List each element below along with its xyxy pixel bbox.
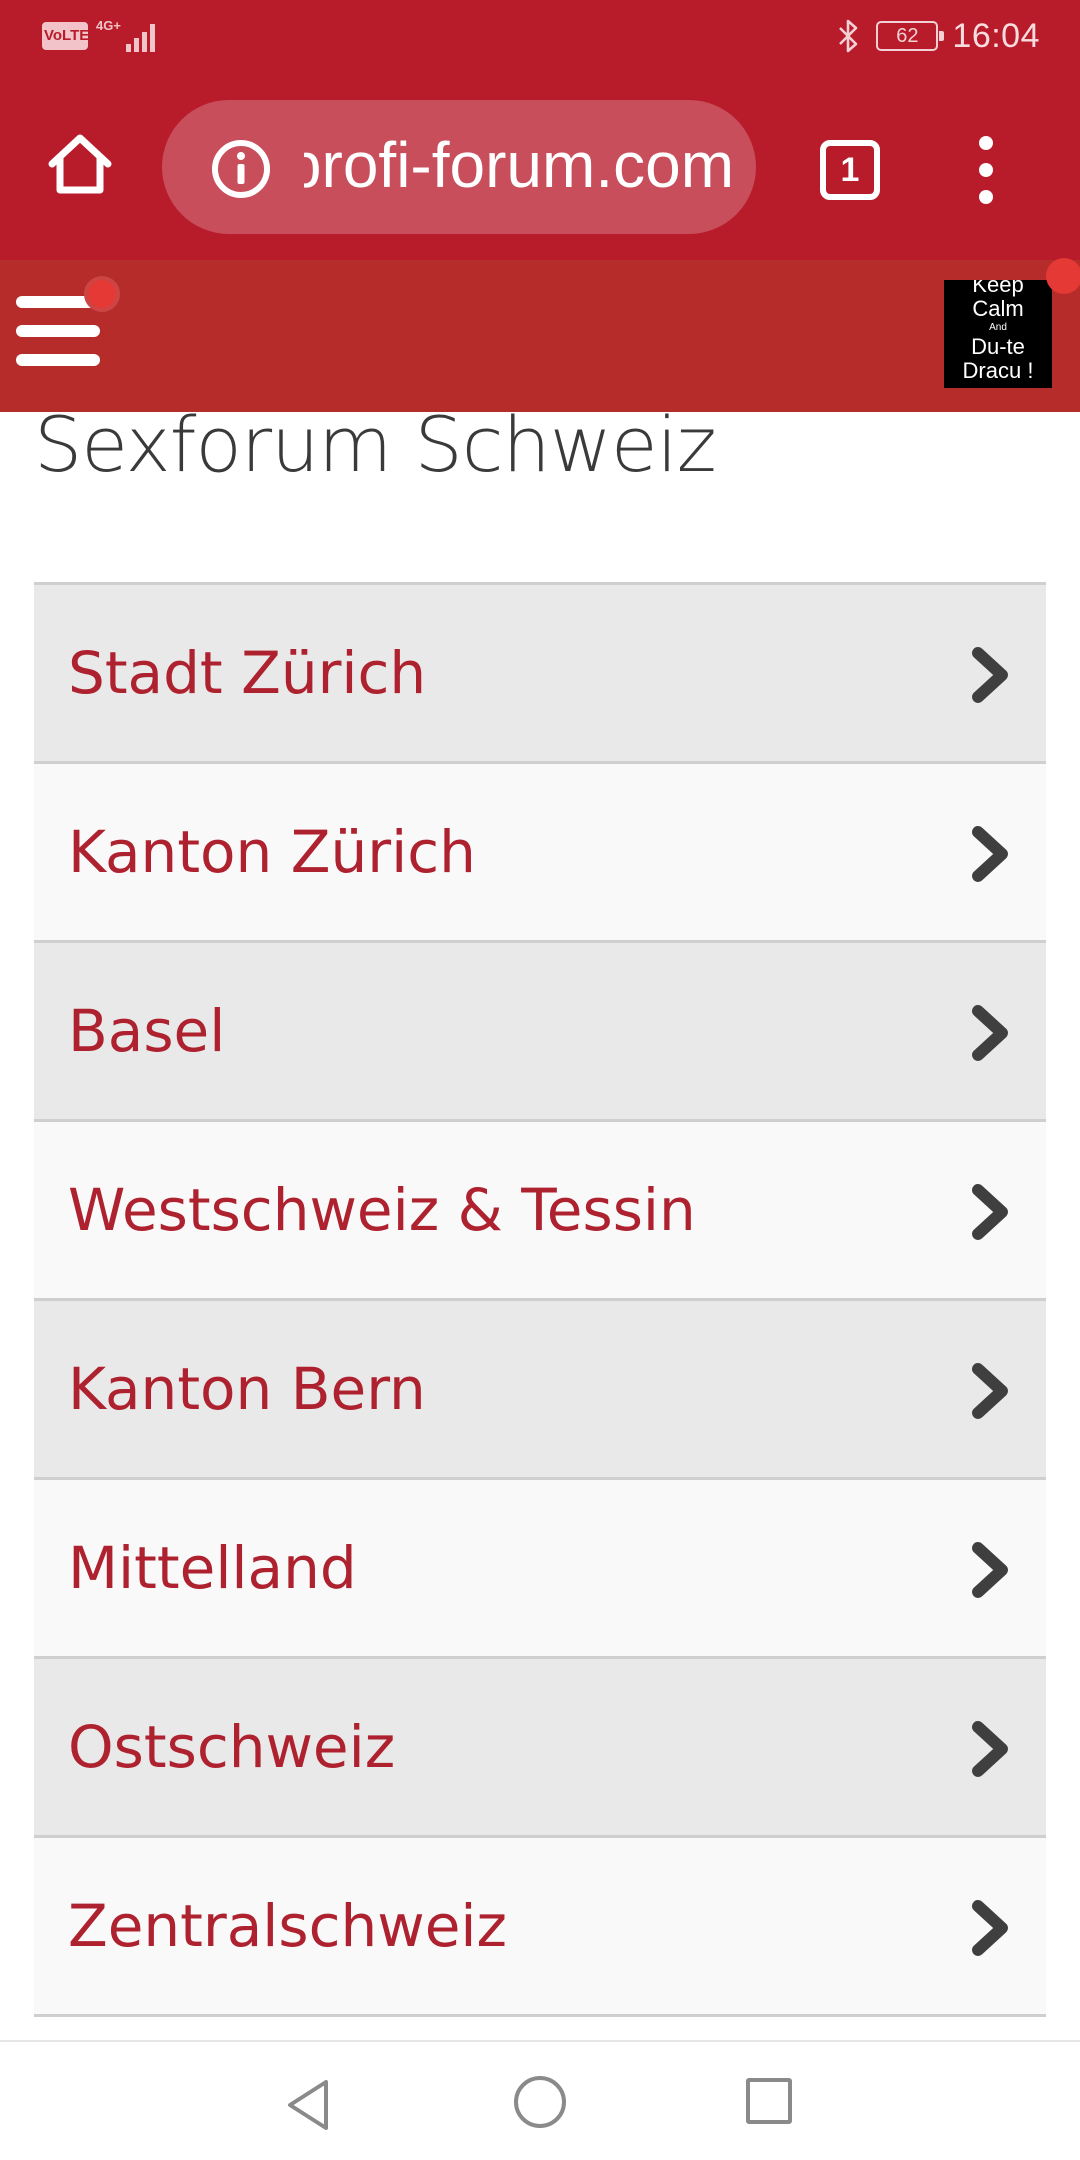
url-text[interactable]: profi-forum.com (304, 128, 734, 202)
bluetooth-icon (839, 19, 858, 53)
volte-indicator: VoLTE (42, 22, 89, 50)
recent-apps-icon[interactable] (746, 2078, 792, 2124)
forum-item-mittelland[interactable]: Mittelland (34, 1480, 1046, 1659)
avatar-notification-dot (1046, 258, 1080, 294)
battery-icon: 62 (876, 21, 945, 51)
forum-item-label[interactable]: Ostschweiz (68, 1713, 395, 1781)
avatar-text-line: Dracu ! (962, 358, 1034, 383)
forum-item-westschweiz-tessin[interactable]: Westschweiz & Tessin (34, 1122, 1046, 1301)
forum-item-label[interactable]: Kanton Zürich (68, 818, 476, 886)
url-clip: profi-forum.com (304, 100, 734, 234)
forum-item-kanton-bern[interactable]: Kanton Bern (34, 1301, 1046, 1480)
chevron-right-icon (972, 826, 1008, 882)
network-type-label: 4G+ (96, 18, 121, 33)
home-icon[interactable] (44, 128, 116, 200)
forum-item-label[interactable]: Zentralschweiz (68, 1892, 507, 1960)
address-bar[interactable]: profi-forum.com (162, 100, 756, 234)
status-bar: VoLTE 4G+ 62 16:04 (0, 0, 1080, 72)
forum-item-stadt-zuerich[interactable]: Stadt Zürich (34, 585, 1046, 764)
forum-item-zentralschweiz[interactable]: Zentralschweiz (34, 1838, 1046, 2017)
menu-notification-dot (84, 276, 120, 312)
system-navigation-bar (0, 2040, 1080, 2160)
forum-item-ostschweiz[interactable]: Ostschweiz (34, 1659, 1046, 1838)
chevron-right-icon (972, 1900, 1008, 1956)
hamburger-menu-icon[interactable] (16, 296, 102, 376)
avatar-text-line: Du-te (971, 334, 1025, 359)
forum-list: Stadt Zürich Kanton Zürich Basel Westsch… (34, 582, 1046, 2017)
info-icon[interactable] (210, 138, 272, 200)
battery-level: 62 (896, 24, 919, 47)
forum-item-kanton-zuerich[interactable]: Kanton Zürich (34, 764, 1046, 943)
forum-item-label[interactable]: Mittelland (68, 1534, 357, 1602)
forum-item-basel[interactable]: Basel (34, 943, 1046, 1122)
avatar-text-line: Calm (972, 296, 1024, 321)
chevron-right-icon (972, 1542, 1008, 1598)
page-title: Sexforum Schweiz (34, 400, 717, 489)
chevron-right-icon (972, 1005, 1008, 1061)
forum-item-label[interactable]: Basel (68, 997, 225, 1065)
avatar-text-line: Keep (972, 280, 1024, 297)
site-header: Keep Calm And Du-te Dracu ! (0, 260, 1080, 412)
browser-chrome: VoLTE 4G+ 62 16:04 profi-forum.com 1 (0, 0, 1080, 260)
avatar-text-line: And (989, 322, 1007, 333)
user-avatar[interactable]: Keep Calm And Du-te Dracu ! (944, 280, 1052, 388)
home-nav-icon[interactable] (514, 2076, 566, 2128)
browser-toolbar: profi-forum.com 1 (0, 72, 1080, 260)
forum-item-label[interactable]: Kanton Bern (68, 1355, 426, 1423)
chevron-right-icon (972, 1721, 1008, 1777)
forum-item-label[interactable]: Westschweiz & Tessin (68, 1176, 696, 1244)
chevron-right-icon (972, 647, 1008, 703)
overflow-menu-icon[interactable] (966, 136, 1006, 208)
tab-switcher-button[interactable]: 1 (820, 140, 880, 200)
signal-icon: 4G+ (96, 18, 155, 52)
chevron-right-icon (972, 1363, 1008, 1419)
forum-item-label[interactable]: Stadt Zürich (68, 639, 426, 707)
clock: 16:04 (952, 16, 1040, 55)
back-icon[interactable] (284, 2078, 332, 2132)
chevron-right-icon (972, 1184, 1008, 1240)
status-right: 62 16:04 (836, 14, 1040, 58)
